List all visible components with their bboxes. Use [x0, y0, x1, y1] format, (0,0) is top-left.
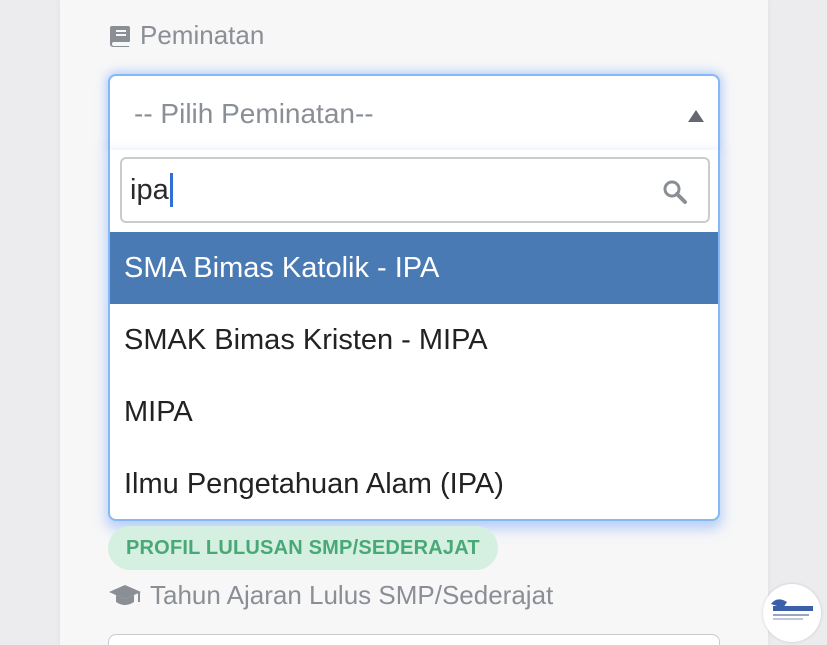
- dropdown-option[interactable]: SMAK Bimas Kristen - MIPA: [110, 304, 718, 376]
- peminatan-select[interactable]: -- Pilih Peminatan--: [108, 74, 720, 152]
- search-input[interactable]: ipa: [130, 173, 173, 207]
- dropdown-option[interactable]: MIPA: [110, 376, 718, 448]
- peminatan-label-text: Peminatan: [140, 20, 265, 50]
- dropdown-option[interactable]: SMA Bimas Katolik - IPA: [110, 232, 718, 304]
- tahun-ajaran-label: Tahun Ajaran Lulus SMP/Sederajat: [108, 580, 553, 611]
- options-list: SMA Bimas Katolik - IPA SMAK Bimas Krist…: [110, 232, 718, 519]
- book-icon: [108, 25, 132, 47]
- page: Peminatan -- Pilih Peminatan-- ipa SMA B…: [0, 0, 827, 645]
- graduation-cap-icon: [108, 583, 142, 609]
- tahun-ajaran-input[interactable]: [108, 634, 720, 645]
- tahun-ajaran-label-text: Tahun Ajaran Lulus SMP/Sederajat: [150, 580, 554, 610]
- select-placeholder: -- Pilih Peminatan--: [134, 98, 374, 129]
- dropdown-search-field[interactable]: ipa: [120, 157, 710, 223]
- section-badge: PROFIL LULUSAN SMP/SEDERAJAT: [108, 526, 498, 570]
- dropdown-option[interactable]: Ilmu Pengetahuan Alam (IPA): [110, 448, 718, 519]
- peminatan-label: Peminatan: [108, 20, 264, 51]
- search-input-value: ipa: [130, 173, 169, 206]
- text-caret: [169, 173, 173, 207]
- watermark-logo: [763, 584, 821, 642]
- peminatan-dropdown: ipa SMA Bimas Katolik - IPA SMAK Bimas K…: [108, 150, 720, 521]
- chevron-up-icon: [688, 110, 704, 122]
- search-icon: [662, 179, 688, 210]
